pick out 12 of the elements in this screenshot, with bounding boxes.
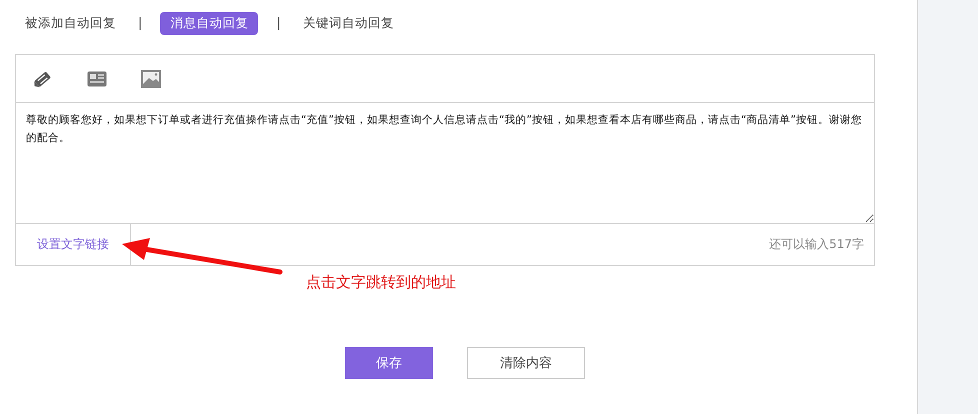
annotation-text: 点击文字跳转到的地址 [306, 273, 456, 292]
clear-button[interactable]: 清除内容 [467, 347, 585, 379]
tab-separator: | [276, 16, 281, 30]
text-editor[interactable]: 尊敬的顾客您好，如果想下订单或者进行充值操作请点击“充值”按钮，如果想查询个人信息请点击“我的”按钮，如果想查看本店有哪些商品，请点击“商品清单”按钮。谢谢您的配合。 设置文字链接 还可以输入517字 [15, 54, 875, 266]
tab[interactable]: 被添加自动回复 [15, 12, 126, 34]
tab[interactable]: 消息自动回复 [160, 12, 258, 34]
character-count: 还可以输入517字 [769, 236, 864, 253]
tab-separator: | [138, 16, 142, 30]
save-button[interactable]: 保存 [345, 347, 433, 379]
image-icon[interactable] [141, 70, 161, 88]
news-icon[interactable] [87, 70, 107, 86]
tab[interactable]: 关键词自动回复 [292, 12, 404, 34]
